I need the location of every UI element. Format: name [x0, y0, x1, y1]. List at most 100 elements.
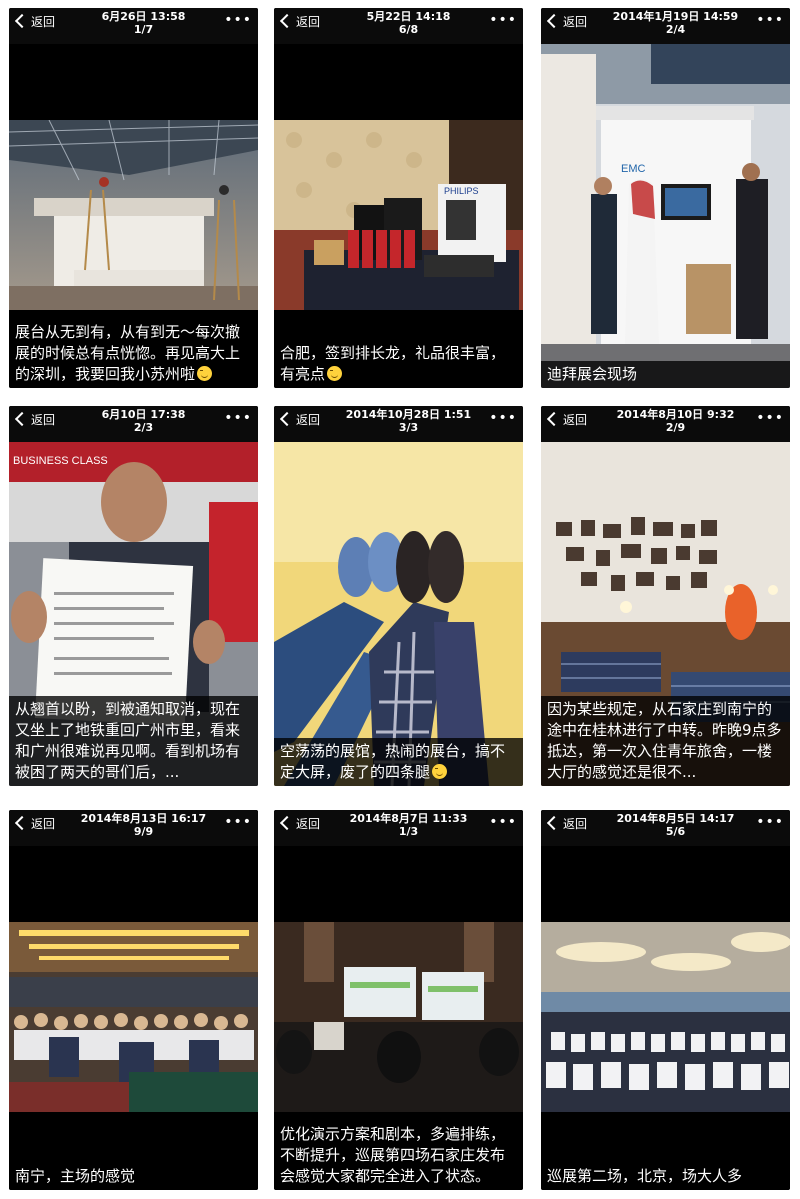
- chevron-left-icon: [546, 815, 562, 831]
- caption: 从翘首以盼，到被通知取消，现在又坐上了地铁重回广州市里，看来和广州很难说再见啊。…: [9, 696, 258, 786]
- back-button[interactable]: 返回: [545, 814, 587, 832]
- timestamp: 2014年8月13日 16:17: [80, 812, 207, 825]
- card-meta: 2014年8月10日 9:32 2/9: [591, 408, 760, 434]
- moment-card[interactable]: 返回 2014年8月13日 16:17 9/9 ••• 南宁，主场的感觉: [9, 810, 258, 1190]
- chevron-left-icon: [279, 815, 295, 831]
- card-meta: 2014年8月5日 14:17 5/6: [591, 812, 760, 838]
- caption: 迪拜展会现场: [541, 361, 790, 388]
- timestamp: 2014年8月10日 9:32: [616, 408, 735, 421]
- more-dots-icon[interactable]: •••: [224, 13, 252, 27]
- card-meta: 5月22日 14:18 6/8: [324, 10, 493, 36]
- chevron-left-icon: [546, 13, 562, 29]
- card-header: 返回 5月22日 14:18 6/8 •••: [274, 8, 523, 44]
- moment-card[interactable]: 返回 6月10日 17:38 2/3 ••• BUSINESS CLASS 从翘首…: [9, 406, 258, 786]
- card-meta: 2014年10月28日 1:51 3/3: [324, 408, 493, 434]
- chevron-left-icon: [14, 815, 30, 831]
- card-meta: 2014年1月19日 14:59 2/4: [591, 10, 760, 36]
- photo: [274, 442, 523, 786]
- chevron-left-icon: [279, 411, 295, 427]
- card-meta: 6月10日 17:38 2/3: [59, 408, 228, 434]
- chevron-left-icon: [14, 411, 30, 427]
- card-header: 返回 2014年8月5日 14:17 5/6 •••: [541, 810, 790, 846]
- back-button[interactable]: 返回: [278, 814, 320, 832]
- presentation-screens-image: [274, 922, 523, 1112]
- more-dots-icon[interactable]: •••: [756, 411, 784, 425]
- caption: 合肥，签到排长龙，礼品很丰富，有亮点: [274, 340, 523, 388]
- photo-counter: 6/8: [398, 23, 419, 36]
- photo: EMC: [541, 44, 790, 388]
- moment-card[interactable]: 返回 2014年1月19日 14:59 2/4 ••• EMC 迪拜展会现场: [541, 8, 790, 388]
- moment-card[interactable]: 返回 2014年10月28日 1:51 3/3 ••• 空荡荡的展馆，热闹的展台，…: [274, 406, 523, 786]
- photo: [9, 922, 258, 1112]
- timestamp: 2014年8月7日 11:33: [349, 812, 468, 825]
- timestamp: 2014年1月19日 14:59: [612, 10, 739, 23]
- moment-card[interactable]: 返回 2014年8月7日 11:33 1/3 ••• 优化演示方案和剧本，多遍排练…: [274, 810, 523, 1190]
- timestamp: 5月22日 14:18: [366, 10, 451, 23]
- smile-emoji-icon: [327, 366, 343, 381]
- caption: 巡展第二场，北京，场大人多: [541, 1163, 790, 1190]
- photo-counter: 2/9: [665, 421, 686, 434]
- timestamp: 6月26日 13:58: [101, 10, 186, 23]
- photo-counter: 2/3: [133, 421, 154, 434]
- back-button[interactable]: 返回: [545, 12, 587, 30]
- photo-counter: 2/4: [665, 23, 686, 36]
- more-dots-icon[interactable]: •••: [756, 13, 784, 27]
- photo: [9, 120, 258, 310]
- back-button[interactable]: 返回: [13, 814, 55, 832]
- card-header: 返回 2014年10月28日 1:51 3/3 •••: [274, 406, 523, 442]
- moment-card[interactable]: 返回 2014年8月10日 9:32 2/9 ••• 因为某些规定，从石家庄到南宁…: [541, 406, 790, 786]
- svg-text:EMC: EMC: [621, 163, 646, 175]
- photo-moments-grid: 返回 6月26日 13:58 1/7 ••• 展台从无到有，从有到无～每次撤展的时…: [0, 0, 800, 1199]
- caption: 南宁，主场的感觉: [9, 1163, 258, 1190]
- legs-shoes-image: [274, 442, 523, 786]
- svg-text:BUSINESS CLASS: BUSINESS CLASS: [13, 455, 108, 467]
- more-dots-icon[interactable]: •••: [489, 815, 517, 829]
- card-meta: 2014年8月13日 16:17 9/9: [59, 812, 228, 838]
- more-dots-icon[interactable]: •••: [489, 13, 517, 27]
- banquet-hall-image: [541, 922, 790, 1112]
- card-header: 返回 2014年1月19日 14:59 2/4 •••: [541, 8, 790, 44]
- more-dots-icon[interactable]: •••: [224, 815, 252, 829]
- photo: PHILIPS: [274, 120, 523, 310]
- caption: 展台从无到有，从有到无～每次撤展的时候总有点恍惚。再见高大上的深圳，我要回我小苏…: [9, 319, 258, 388]
- grin-emoji-icon: [432, 764, 448, 779]
- luggage-gifts-image: PHILIPS: [274, 120, 523, 310]
- back-button[interactable]: 返回: [278, 12, 320, 30]
- timestamp: 6月10日 17:38: [101, 408, 186, 421]
- caption: 优化演示方案和剧本，多遍排练，不断提升，巡展第四场石家庄发布会感觉大家都完全进入…: [274, 1121, 523, 1190]
- chevron-left-icon: [279, 13, 295, 29]
- moment-card[interactable]: 返回 6月26日 13:58 1/7 ••• 展台从无到有，从有到无～每次撤展的时…: [9, 8, 258, 388]
- back-button[interactable]: 返回: [545, 410, 587, 428]
- chevron-left-icon: [14, 13, 30, 29]
- back-button[interactable]: 返回: [13, 12, 55, 30]
- photo-counter: 3/3: [398, 421, 419, 434]
- dubai-expo-image: EMC: [541, 44, 790, 388]
- exhibition-hall-image: [9, 120, 258, 310]
- photo-counter: 9/9: [133, 825, 154, 838]
- svg-text:PHILIPS: PHILIPS: [444, 186, 479, 196]
- more-dots-icon[interactable]: •••: [489, 411, 517, 425]
- card-header: 返回 2014年8月10日 9:32 2/9 •••: [541, 406, 790, 442]
- moment-card[interactable]: 返回 5月22日 14:18 6/8 ••• PHILIPS 合肥，签到排长龙，礼…: [274, 8, 523, 388]
- photo: [274, 922, 523, 1112]
- photo-counter: 5/6: [665, 825, 686, 838]
- caption: 空荡荡的展馆，热闹的展台，搞不定大屏，废了的四条腿: [274, 738, 523, 786]
- card-header: 返回 2014年8月13日 16:17 9/9 •••: [9, 810, 258, 846]
- card-meta: 2014年8月7日 11:33 1/3: [324, 812, 493, 838]
- back-button[interactable]: 返回: [13, 410, 55, 428]
- timestamp: 2014年10月28日 1:51: [345, 408, 472, 421]
- photo-counter: 1/3: [398, 825, 419, 838]
- more-dots-icon[interactable]: •••: [224, 411, 252, 425]
- caption: 因为某些规定，从石家庄到南宁的途中在桂林进行了中转。昨晚9点多抵达，第一次入住青…: [541, 696, 790, 786]
- card-header: 返回 6月26日 13:58 1/7 •••: [9, 8, 258, 44]
- moment-card[interactable]: 返回 2014年8月5日 14:17 5/6 ••• 巡展第二场，北京，场大人多: [541, 810, 790, 1190]
- timestamp: 2014年8月5日 14:17: [616, 812, 735, 825]
- chevron-left-icon: [546, 411, 562, 427]
- photo: [541, 922, 790, 1112]
- more-dots-icon[interactable]: •••: [756, 815, 784, 829]
- photo-counter: 1/7: [133, 23, 154, 36]
- conference-audience-image: [9, 922, 258, 1112]
- card-meta: 6月26日 13:58 1/7: [59, 10, 228, 36]
- card-header: 返回 2014年8月7日 11:33 1/3 •••: [274, 810, 523, 846]
- back-button[interactable]: 返回: [278, 410, 320, 428]
